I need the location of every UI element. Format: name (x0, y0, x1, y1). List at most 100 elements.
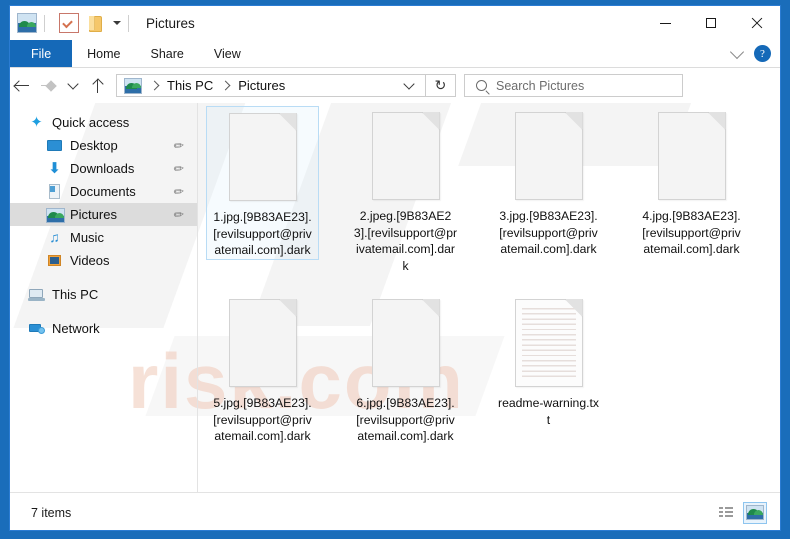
title-bar: Pictures (10, 6, 780, 40)
file-name: readme-warning.txt (498, 396, 599, 427)
sidebar-item-documents[interactable]: Documents ✐ (10, 180, 197, 203)
ribbon-right-controls: ? (729, 40, 780, 67)
sidebar-item-label: This PC (52, 287, 99, 302)
tab-share[interactable]: Share (136, 40, 199, 67)
ribbon-tabs: File Home Share View ? (10, 40, 780, 68)
details-view-button[interactable] (714, 502, 738, 524)
search-placeholder: Search Pictures (496, 78, 585, 93)
recent-locations-button[interactable] (60, 73, 85, 99)
breadcrumb-item-pictures[interactable]: Pictures (238, 78, 285, 93)
file-name: 3.jpg.[9B83AE23].[revilsupport@privatema… (499, 209, 598, 257)
up-arrow-icon (92, 78, 103, 93)
chevron-down-icon (66, 77, 79, 90)
sidebar-item-label: Downloads (70, 161, 135, 176)
address-bar: This PC Pictures ↻ Search Pictures (10, 68, 780, 103)
up-button[interactable] (85, 73, 110, 99)
tab-file[interactable]: File (10, 40, 73, 67)
file-item[interactable]: 3.jpg.[9B83AE23].[revilsupport@privatema… (492, 106, 605, 258)
music-icon: ♫ (49, 229, 60, 245)
chevron-down-icon[interactable] (113, 21, 121, 25)
sidebar-item-label: Quick access (52, 115, 130, 130)
sidebar-item-label: Desktop (70, 138, 118, 153)
blank-file-icon (371, 299, 440, 387)
video-icon (46, 252, 63, 269)
search-input[interactable]: Search Pictures (464, 74, 683, 97)
picture-icon (124, 77, 142, 94)
sidebar-item-this-pc[interactable]: This PC (10, 283, 197, 306)
view-mode-buttons (709, 501, 780, 524)
breadcrumb-separator (220, 80, 231, 91)
download-icon: ⬇ (48, 160, 61, 177)
document-icon (46, 183, 63, 200)
blank-file-icon (228, 299, 297, 387)
sidebar-item-downloads[interactable]: ⬇ Downloads ✐ (10, 157, 197, 180)
file-name: 5.jpg.[9B83AE23].[revilsupport@privatema… (213, 396, 312, 444)
file-name: 6.jpg.[9B83AE23].[revilsupport@privatema… (356, 396, 455, 444)
forward-button[interactable] (35, 73, 60, 99)
computer-icon (28, 286, 45, 303)
sidebar-item-label: Music (70, 230, 104, 245)
window-controls (642, 6, 780, 40)
picture-icon (46, 206, 65, 223)
pin-icon[interactable]: ✐ (170, 137, 187, 154)
pin-icon[interactable]: ✐ (170, 183, 187, 200)
properties-icon[interactable] (59, 13, 79, 33)
large-icons-view-icon (746, 505, 764, 520)
blank-file-icon (228, 113, 297, 201)
file-list-pane[interactable]: 1.jpg.[9B83AE23].[revilsupport@privatema… (198, 103, 780, 492)
explorer-window: risk.com Pictures File Home Share View ? (9, 5, 781, 531)
breadcrumb-separator (149, 80, 160, 91)
maximize-button[interactable] (688, 6, 734, 40)
text-file-icon (514, 299, 583, 387)
sidebar-item-quick-access[interactable]: ✦ Quick access (10, 111, 197, 134)
picture-icon (17, 13, 37, 33)
sidebar-item-label: Network (52, 321, 100, 336)
sidebar-item-network[interactable]: Network (10, 317, 197, 340)
pin-icon[interactable]: ✐ (170, 206, 187, 223)
sidebar-item-label: Documents (70, 184, 136, 199)
desktop-icon (46, 137, 63, 154)
navigation-pane: ✦ Quick access Desktop ✐ ⬇ Downloads ✐ D… (10, 103, 197, 492)
item-count: 7 items (31, 505, 72, 520)
divider (128, 14, 129, 32)
back-arrow-icon (15, 80, 30, 91)
help-button[interactable]: ? (754, 45, 771, 62)
breadcrumb[interactable]: This PC Pictures (116, 74, 426, 97)
back-button[interactable] (10, 73, 35, 99)
divider (44, 14, 45, 32)
tab-view[interactable]: View (199, 40, 256, 67)
minimize-button[interactable] (642, 6, 688, 40)
file-item[interactable]: 4.jpg.[9B83AE23].[revilsupport@privatema… (635, 106, 748, 258)
breadcrumb-item-this-pc[interactable]: This PC (167, 78, 213, 93)
file-name: 1.jpg.[9B83AE23].[revilsupport@privatema… (213, 210, 312, 258)
sidebar-item-music[interactable]: ♫ Music (10, 226, 197, 249)
file-item[interactable]: readme-warning.txt (492, 293, 605, 428)
chevron-down-icon[interactable] (403, 77, 415, 90)
file-item[interactable]: 5.jpg.[9B83AE23].[revilsupport@privatema… (206, 293, 319, 445)
file-name: 4.jpg.[9B83AE23].[revilsupport@privatema… (642, 209, 741, 257)
file-item[interactable]: 2.jpeg.[9B83AE23].[revilsupport@privatem… (349, 106, 462, 274)
window-title: Pictures (146, 15, 195, 31)
large-icons-view-button[interactable] (743, 501, 767, 524)
file-item[interactable]: 1.jpg.[9B83AE23].[revilsupport@privatema… (206, 106, 319, 260)
chevron-down-icon[interactable] (729, 44, 745, 59)
tab-home[interactable]: Home (72, 40, 135, 67)
file-name: 2.jpeg.[9B83AE23].[revilsupport@privatem… (353, 209, 458, 273)
file-grid: 1.jpg.[9B83AE23].[revilsupport@privatema… (206, 106, 780, 492)
refresh-button[interactable]: ↻ (426, 74, 456, 97)
pin-icon[interactable]: ✐ (170, 160, 187, 177)
blank-file-icon (371, 112, 440, 200)
folder-icon[interactable] (86, 14, 104, 32)
close-button[interactable] (734, 6, 780, 40)
sidebar-item-desktop[interactable]: Desktop ✐ (10, 134, 197, 157)
status-bar: 7 items (10, 492, 780, 530)
sidebar-item-label: Videos (70, 253, 110, 268)
sidebar-item-pictures[interactable]: Pictures ✐ (10, 203, 197, 226)
network-icon (28, 320, 45, 337)
sidebar-item-videos[interactable]: Videos (10, 249, 197, 272)
blank-file-icon (657, 112, 726, 200)
file-item[interactable]: 6.jpg.[9B83AE23].[revilsupport@privatema… (349, 293, 462, 445)
star-icon: ✦ (30, 114, 43, 131)
